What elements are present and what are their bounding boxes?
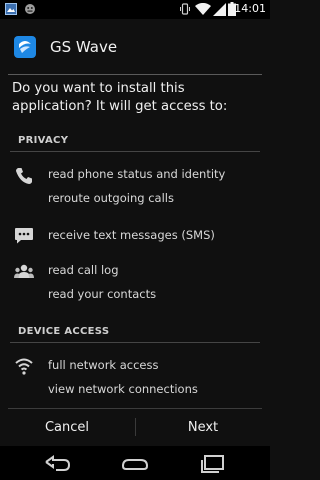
perm-full-network-access: full network access: [48, 358, 159, 372]
button-bar: Cancel Next: [0, 408, 270, 446]
status-time: 14:01: [234, 2, 266, 15]
section-device-access-label: DEVICE ACCESS: [18, 326, 110, 337]
app-header: GS Wave: [0, 19, 270, 79]
perm-receive-sms: receive text messages (SMS): [48, 228, 215, 242]
vibrate-icon: [180, 3, 190, 15]
perm-view-network-connections: view network connections: [48, 382, 198, 396]
perm-read-call-log: read call log: [48, 263, 119, 277]
contacts-icon: [14, 264, 34, 278]
wifi-icon: [195, 3, 211, 15]
back-icon[interactable]: [42, 452, 72, 474]
perm-read-contacts: read your contacts: [48, 287, 157, 301]
gs-wave-app-icon: [14, 36, 36, 58]
status-bar: 14:01: [0, 0, 270, 19]
cell-signal-icon: [213, 3, 226, 16]
section-privacy-label: PRIVACY: [18, 135, 69, 146]
sms-icon: [15, 228, 33, 244]
gallery-icon: [5, 3, 17, 15]
section-privacy-divider: [10, 151, 260, 152]
phone-icon: [16, 168, 32, 184]
next-button[interactable]: Next: [136, 409, 270, 446]
robot-icon: [25, 4, 35, 14]
perm-reroute-calls: reroute outgoing calls: [48, 191, 174, 205]
navigation-bar: [0, 446, 270, 480]
cancel-button[interactable]: Cancel: [0, 409, 134, 446]
install-question: Do you want to install this application?…: [12, 81, 228, 114]
network-wifi-icon: [15, 358, 33, 375]
home-icon[interactable]: [120, 452, 150, 474]
header-divider: [8, 74, 262, 75]
recent-apps-icon[interactable]: [198, 452, 228, 474]
perm-read-phone-status: read phone status and identity: [48, 167, 226, 181]
section-device-access-divider: [10, 342, 260, 343]
app-name: GS Wave: [50, 38, 118, 56]
